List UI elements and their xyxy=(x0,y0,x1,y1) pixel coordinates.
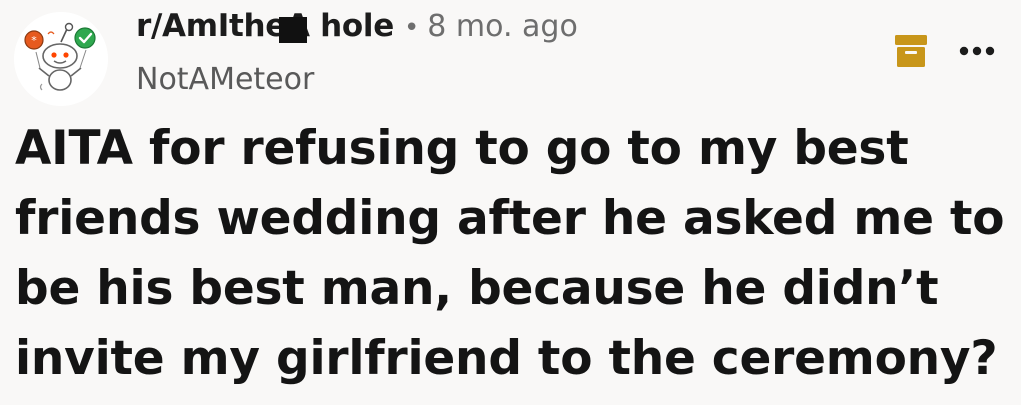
username-link[interactable]: NotAMeteor xyxy=(136,62,578,97)
post-meta: r/AmItheA hole • 8 mo. ago NotAMeteor xyxy=(136,8,578,97)
reddit-snoo-avatar-icon: * xyxy=(14,12,108,106)
post-header: * r/AmItheA hole • 8 mo. ago NotAMeteor xyxy=(14,8,1009,108)
post-time: 8 mo. ago xyxy=(427,9,578,44)
more-options-icon[interactable] xyxy=(959,43,995,57)
post-meta-line: r/AmItheA hole • 8 mo. ago xyxy=(136,8,578,54)
censor-bar xyxy=(279,17,307,43)
post-title[interactable]: AITA for refusing to go to my best frien… xyxy=(15,114,1010,394)
archive-icon[interactable] xyxy=(894,33,928,69)
meta-separator: • xyxy=(403,13,420,43)
svg-text:*: * xyxy=(31,34,37,47)
subreddit-link[interactable]: r/AmItheA hole xyxy=(136,8,394,44)
avatar[interactable]: * xyxy=(14,12,108,106)
